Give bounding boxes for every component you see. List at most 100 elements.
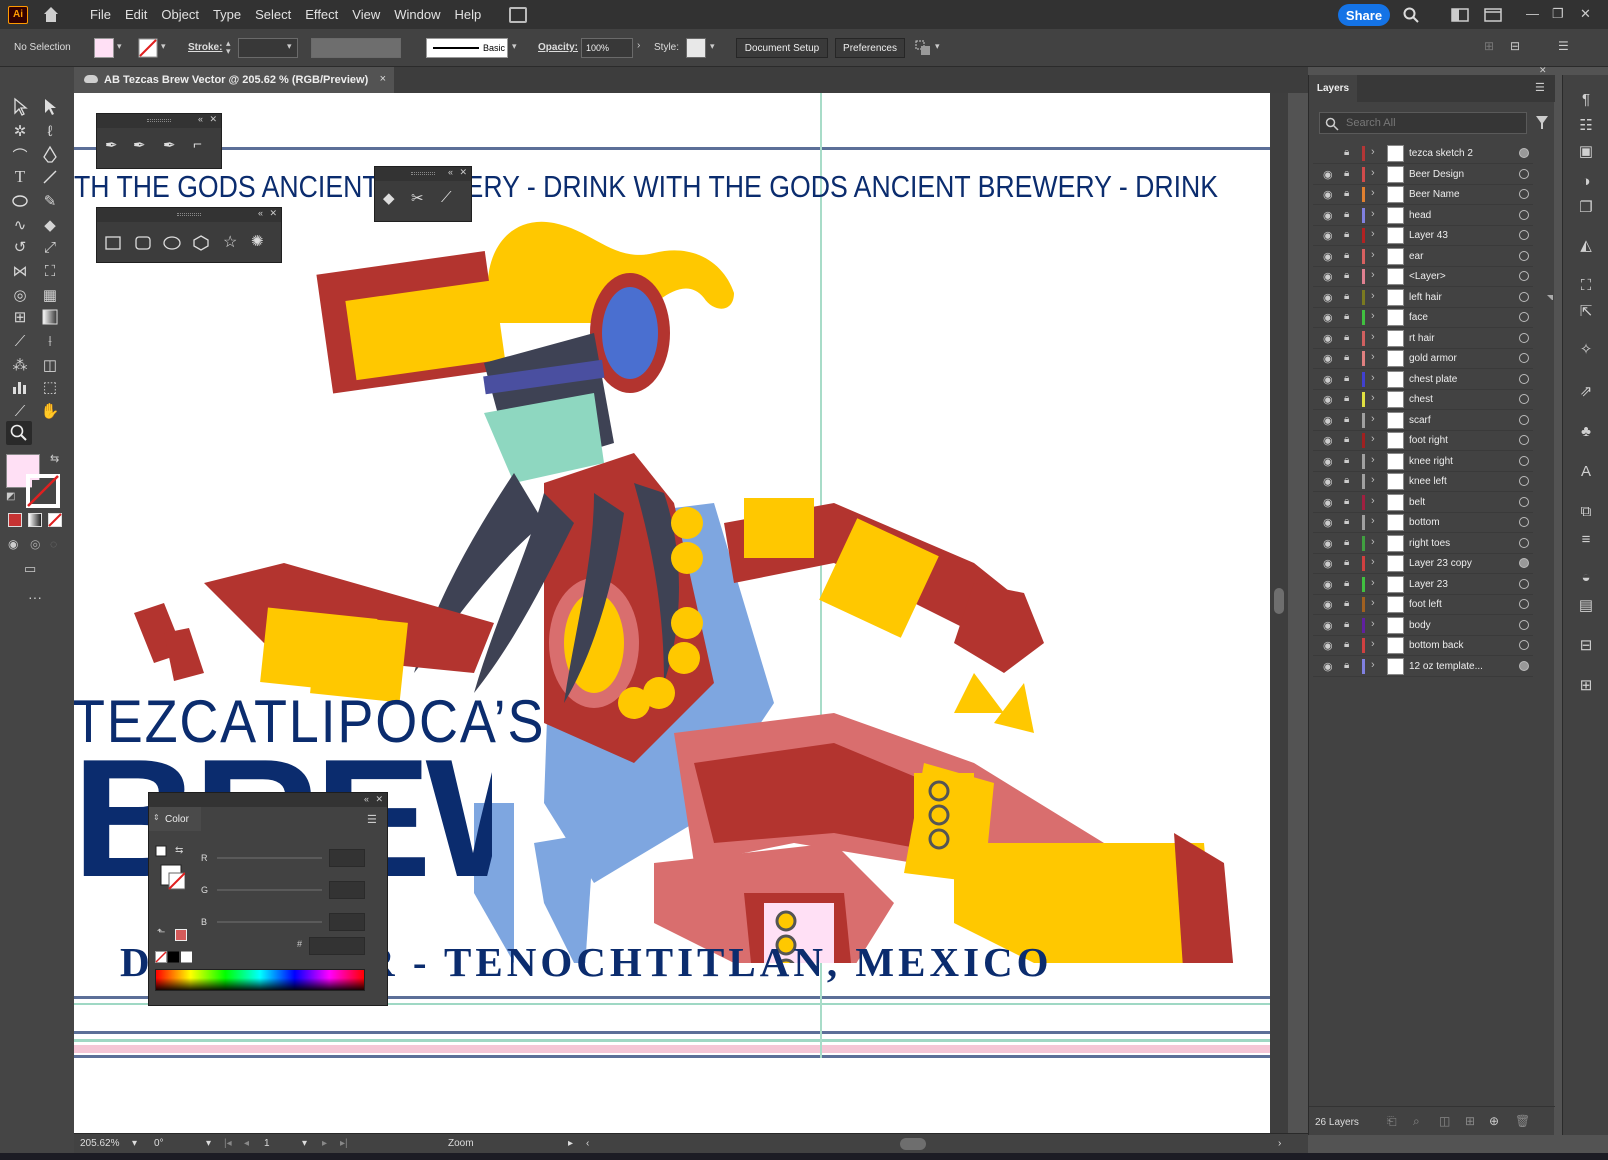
eyedropper-tool-icon[interactable]: ⟋ bbox=[10, 331, 30, 351]
visibility-eye-icon[interactable]: ◉ bbox=[1323, 373, 1335, 386]
workspace-icon[interactable] bbox=[1451, 8, 1469, 22]
layer-row[interactable]: 🔒︎ › tezca sketch 2 bbox=[1313, 143, 1533, 164]
lock-icon[interactable]: 🔒︎ bbox=[1344, 311, 1354, 323]
visibility-eye-icon[interactable]: ◉ bbox=[1323, 455, 1335, 468]
visibility-eye-icon[interactable]: ◉ bbox=[1323, 598, 1335, 611]
scroll-right-icon[interactable]: › bbox=[1278, 1138, 1281, 1149]
last-artboard-icon[interactable]: ▸| bbox=[340, 1138, 348, 1149]
tab-close-icon[interactable]: × bbox=[380, 73, 386, 85]
eraser-tool-icon[interactable]: ◆ bbox=[40, 215, 60, 235]
chevron-down-icon[interactable]: ▾ bbox=[132, 1138, 137, 1149]
appearance-icon[interactable]: ◑ bbox=[1576, 171, 1596, 191]
layer-row[interactable]: ◉ 🔒︎ › bottom back bbox=[1313, 635, 1533, 656]
hex-input[interactable] bbox=[309, 937, 365, 955]
lock-icon[interactable]: 🔒︎ bbox=[1344, 270, 1354, 282]
b-slider[interactable] bbox=[217, 921, 322, 923]
symbol-stainer-icon[interactable]: ◫ bbox=[40, 355, 60, 375]
layer-target-icon[interactable] bbox=[1519, 168, 1529, 179]
filter-icon[interactable] bbox=[1535, 115, 1549, 131]
chevron-right-icon[interactable]: › bbox=[1371, 474, 1375, 486]
restore-icon[interactable]: ❐ bbox=[1552, 6, 1564, 22]
lock-icon[interactable]: 🔒︎ bbox=[1344, 250, 1354, 262]
layer-row[interactable]: ◉ 🔒︎ › <Layer> bbox=[1313, 266, 1533, 287]
rotate-tool-icon[interactable]: ↺ bbox=[10, 237, 30, 257]
home-icon[interactable] bbox=[42, 6, 60, 23]
chevron-right-icon[interactable]: › bbox=[1371, 249, 1375, 261]
distribute-icon[interactable]: ⊟ bbox=[1510, 39, 1520, 53]
close-icon[interactable]: ✕ bbox=[269, 208, 277, 219]
layer-row[interactable]: ◉ 🔒︎ › chest plate bbox=[1313, 369, 1533, 390]
chevron-down-icon[interactable]: ▾ bbox=[206, 1138, 211, 1149]
panel-layout-icon[interactable] bbox=[1484, 8, 1502, 22]
screen-mode-icon[interactable]: ▭ bbox=[24, 561, 36, 577]
chevron-down-icon[interactable]: ▾ bbox=[710, 41, 715, 52]
selection-tool-icon[interactable] bbox=[10, 97, 30, 117]
chevron-down-icon[interactable]: ▾ bbox=[287, 41, 292, 52]
lock-icon[interactable]: 🔒︎ bbox=[1344, 229, 1354, 241]
chevron-right-icon[interactable]: › bbox=[1371, 228, 1375, 240]
layer-row[interactable]: ◉ 🔒︎ › ear bbox=[1313, 246, 1533, 267]
shape-builder-icon[interactable]: ◎ bbox=[10, 285, 30, 305]
layer-target-icon[interactable] bbox=[1519, 517, 1529, 527]
knife-icon[interactable]: ⟋ bbox=[441, 189, 452, 206]
align-icon[interactable]: ⊞ bbox=[1484, 39, 1494, 53]
perspective-grid-icon[interactable]: ▦ bbox=[40, 285, 60, 305]
flare-tool-icon[interactable]: ✺ bbox=[251, 232, 264, 250]
layer-target-icon[interactable] bbox=[1519, 435, 1529, 445]
visibility-eye-icon[interactable]: ◉ bbox=[1323, 393, 1335, 406]
visibility-eye-icon[interactable]: ◉ bbox=[1323, 434, 1335, 447]
layer-row[interactable]: ◉ 🔒︎ › body bbox=[1313, 615, 1533, 636]
out-of-gamut-icon[interactable]: ⬑ bbox=[157, 927, 165, 938]
chevron-right-icon[interactable]: › bbox=[1371, 269, 1375, 281]
zoom-tool-active[interactable] bbox=[6, 421, 32, 445]
layer-target-icon[interactable] bbox=[1519, 578, 1529, 589]
lock-icon[interactable]: 🔒︎ bbox=[1344, 291, 1354, 303]
minimize-icon[interactable]: — bbox=[1526, 6, 1539, 21]
stroke-color-box[interactable] bbox=[26, 474, 60, 508]
chevron-updown-icon[interactable]: ⇕ bbox=[153, 813, 160, 822]
layer-target-icon[interactable] bbox=[1519, 373, 1529, 384]
star-tool-icon[interactable]: ☆ bbox=[223, 232, 237, 252]
layer-target-icon[interactable] bbox=[1519, 640, 1529, 650]
visibility-eye-icon[interactable]: ◉ bbox=[1323, 332, 1335, 345]
lock-icon[interactable]: 🔒︎ bbox=[1344, 537, 1354, 549]
measure-tool-icon[interactable]: ⟊ bbox=[40, 331, 60, 351]
properties-icon[interactable]: ☷ bbox=[1576, 115, 1596, 135]
scissors-icon[interactable]: ✂ bbox=[411, 189, 424, 207]
visibility-eye-icon[interactable] bbox=[1323, 147, 1335, 159]
r-value-input[interactable] bbox=[329, 849, 365, 867]
menu-edit[interactable]: Edit bbox=[125, 7, 147, 22]
slice-tool-icon[interactable]: ⟋ bbox=[10, 401, 30, 421]
document-setup-button[interactable]: Document Setup bbox=[736, 38, 828, 58]
line-segment-tool-icon[interactable] bbox=[40, 167, 60, 187]
export-panel-icon[interactable]: ⇗ bbox=[1576, 381, 1596, 401]
visibility-eye-icon[interactable]: ◉ bbox=[1323, 557, 1335, 570]
zoom-level[interactable]: 205.62% bbox=[80, 1138, 119, 1149]
chevron-right-icon[interactable]: › bbox=[1371, 167, 1375, 179]
next-artboard-icon[interactable]: ▸ bbox=[322, 1138, 327, 1149]
panel-menu-icon[interactable]: ☰ bbox=[367, 813, 377, 826]
clipping-mask-icon[interactable]: ◫ bbox=[1439, 1114, 1450, 1128]
layer-row[interactable]: ◉ 🔒︎ › knee left bbox=[1313, 471, 1533, 492]
layer-row[interactable]: ◉ 🔒︎ › scarf bbox=[1313, 410, 1533, 431]
horizontal-scroll-thumb[interactable] bbox=[900, 1138, 926, 1150]
prev-artboard-icon[interactable]: ◂ bbox=[244, 1138, 249, 1149]
new-sublayer-icon[interactable]: ⊞ bbox=[1465, 1114, 1475, 1128]
layer-row[interactable]: ◉ 🔒︎ › left hair bbox=[1313, 287, 1533, 308]
layer-target-icon[interactable] bbox=[1519, 619, 1529, 630]
pen-tool-icon[interactable] bbox=[40, 145, 60, 165]
opacity-input[interactable]: 100% bbox=[581, 38, 633, 58]
lock-icon[interactable]: 🔒︎ bbox=[1344, 373, 1354, 385]
ellipse-tool-icon[interactable] bbox=[10, 191, 30, 211]
eraser-tool-icon[interactable]: ◆ bbox=[383, 189, 395, 207]
status-menu-icon[interactable]: ▸ bbox=[568, 1138, 573, 1149]
share-button[interactable]: Share bbox=[1338, 4, 1390, 26]
lock-icon[interactable]: 🔒︎ bbox=[1344, 455, 1354, 467]
color-spectrum[interactable] bbox=[155, 969, 365, 991]
r-slider[interactable] bbox=[217, 857, 322, 859]
vertical-scrollbar[interactable] bbox=[1270, 93, 1288, 1133]
menu-view[interactable]: View bbox=[352, 7, 380, 22]
anchor-point-icon[interactable]: ⌐ bbox=[193, 136, 202, 153]
first-artboard-icon[interactable]: |◂ bbox=[224, 1138, 232, 1149]
chevron-right-icon[interactable]: › bbox=[637, 40, 640, 51]
